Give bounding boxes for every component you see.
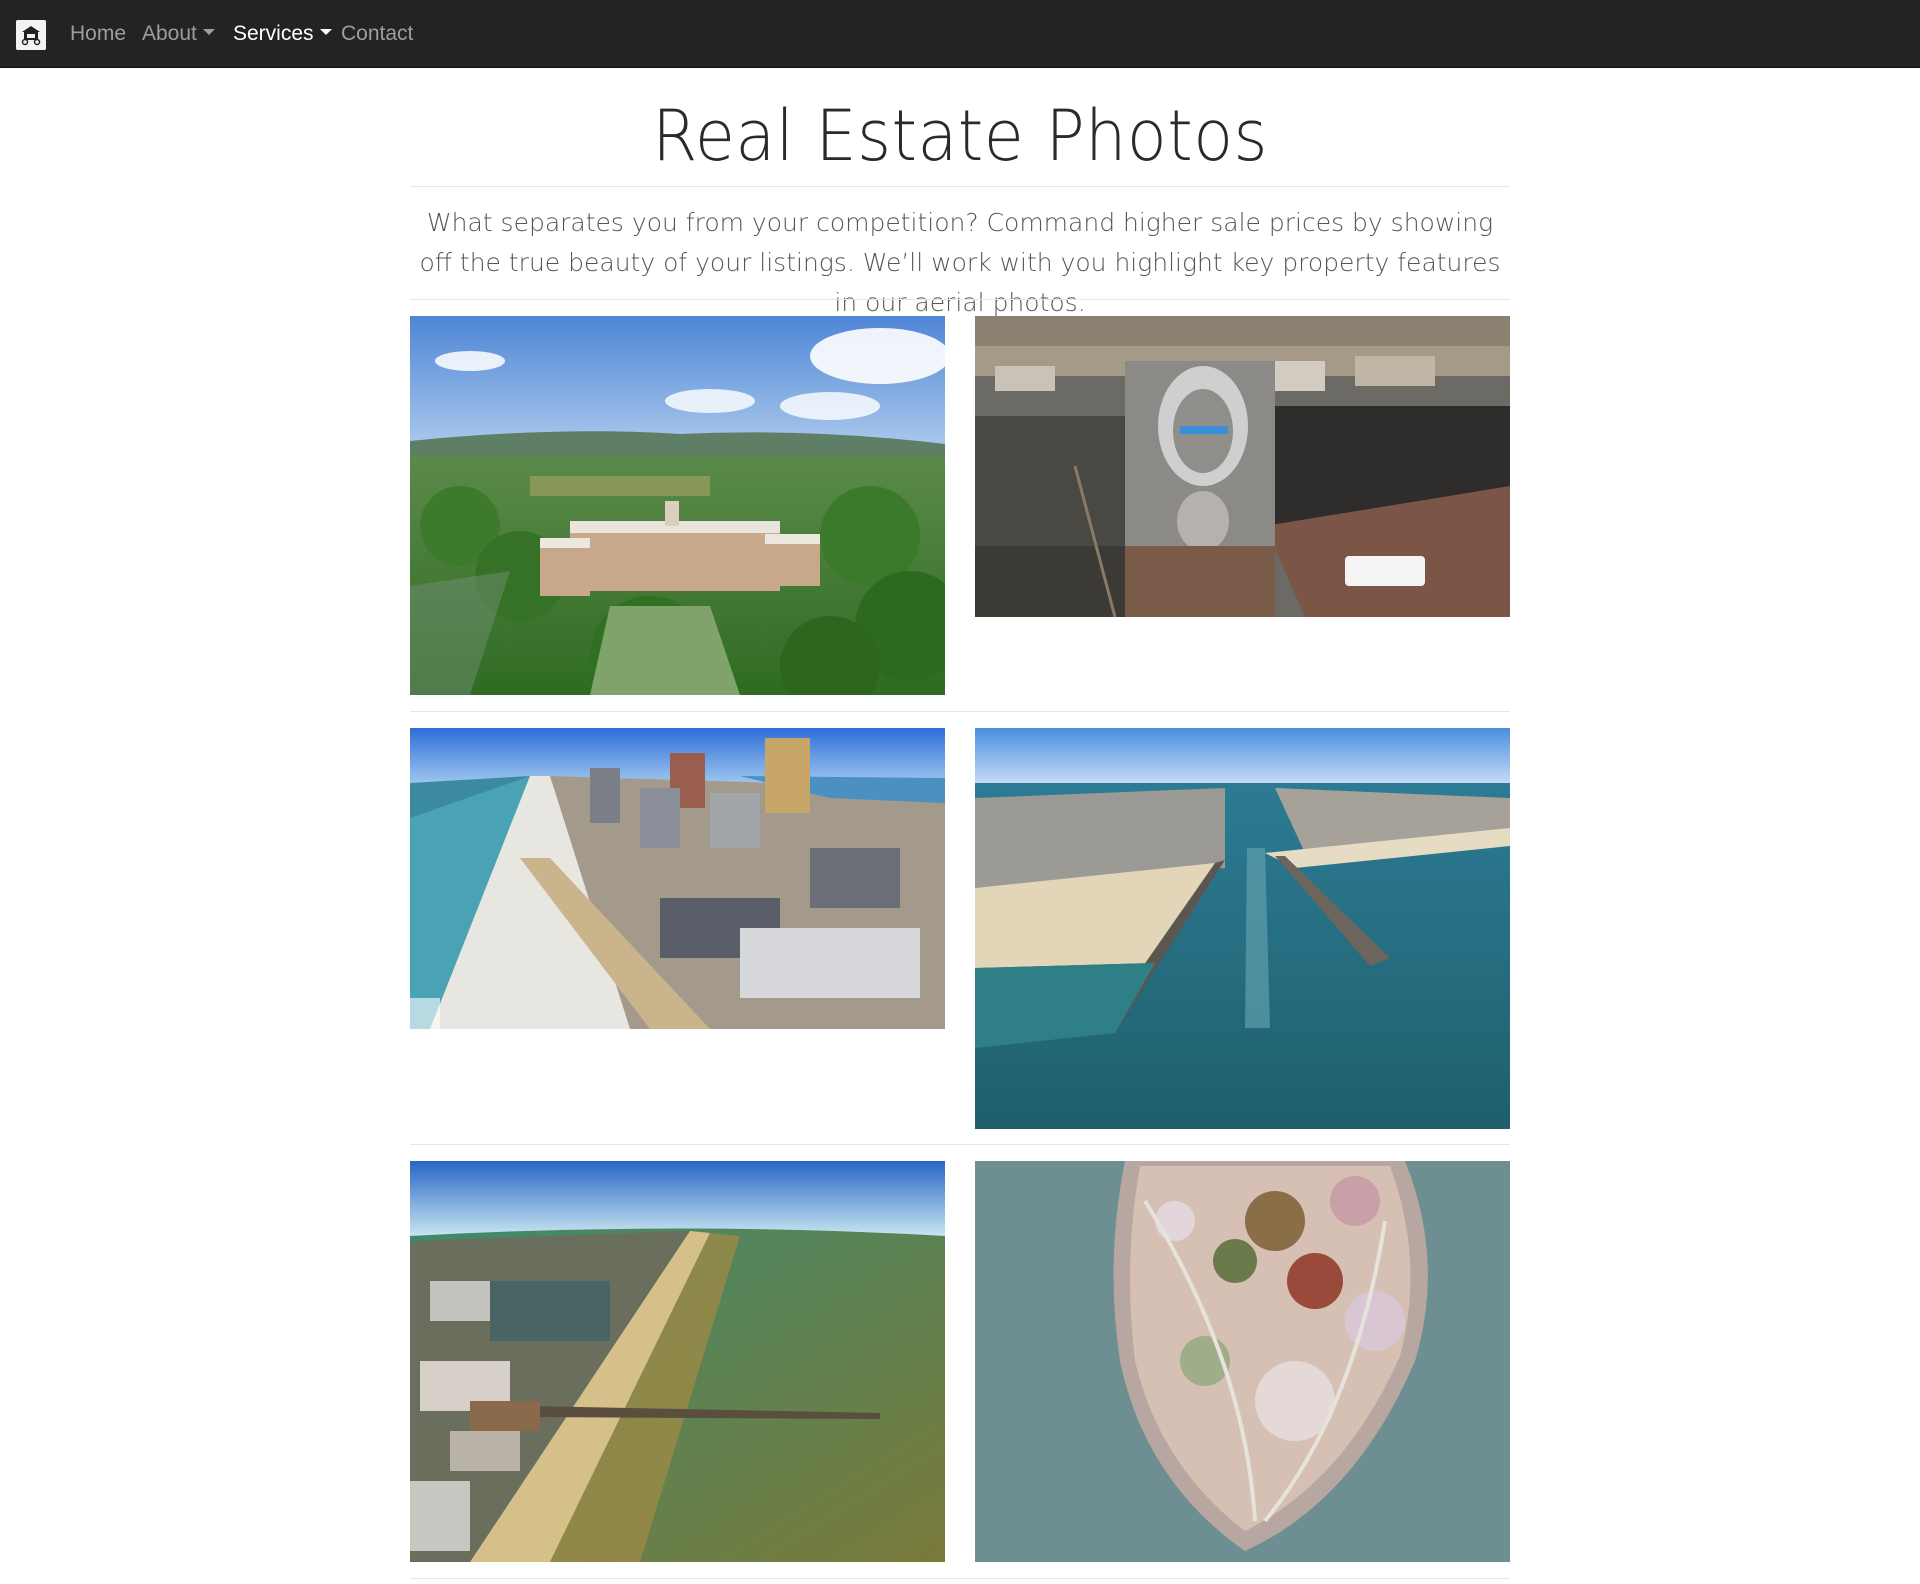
brand-logo-icon[interactable] (16, 20, 46, 50)
nav-home[interactable]: Home (70, 0, 126, 68)
aerial-mural-building-photo[interactable] (975, 316, 1510, 617)
chevron-down-icon (319, 29, 332, 36)
aerial-island-park-photo[interactable] (975, 1161, 1510, 1562)
top-navbar: Home About Services Contact (0, 0, 1920, 68)
nav-about-dropdown[interactable]: About (142, 0, 215, 68)
aerial-inlet-jetty-photo[interactable] (975, 728, 1510, 1129)
nav-services-dropdown[interactable]: Services (233, 0, 332, 68)
divider (410, 711, 1510, 712)
aerial-school-building-photo[interactable] (410, 316, 945, 695)
nav-contact[interactable]: Contact (341, 0, 413, 68)
aerial-boardwalk-pier-photo[interactable] (410, 1161, 945, 1562)
nav-services-label: Services (233, 22, 314, 45)
divider (410, 1144, 1510, 1145)
aerial-beach-city-photo[interactable] (410, 728, 945, 1029)
page-title: Real Estate Photos (652, 95, 1268, 177)
chevron-down-icon (202, 29, 215, 36)
page-lead-text: What separates you from your competition… (419, 208, 1501, 317)
divider (410, 299, 1510, 300)
divider (410, 186, 1510, 187)
divider (410, 1578, 1510, 1579)
nav-about-label: About (142, 22, 197, 45)
